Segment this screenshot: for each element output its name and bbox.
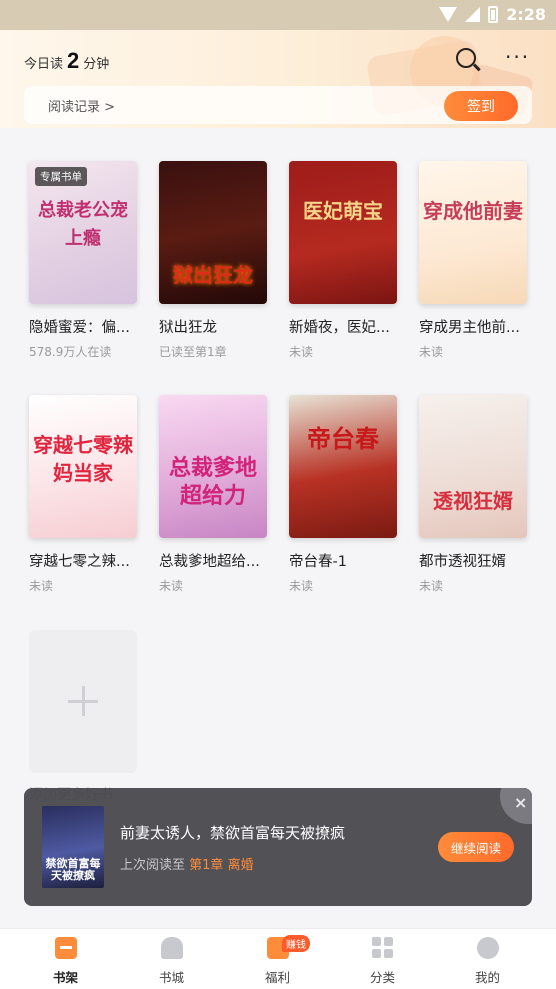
book-status: 未读 (159, 579, 184, 593)
book-item[interactable]: 透视狂婿 都市透视狂婿 未读 (419, 395, 527, 594)
continue-reading-popup[interactable]: 禁欲首富每天被撩疯 前妻太诱人，禁欲首富每天被撩疯 上次阅读至 第1章 离婚 继… (24, 788, 532, 906)
popup-book-cover[interactable]: 禁欲首富每天被撩疯 (42, 806, 104, 888)
book-item[interactable]: 穿越七零辣妈当家 穿越七零之辣... 未读 (29, 395, 137, 594)
cover-title: 帝台春 (307, 425, 379, 453)
cover-title: 狱出狂龙 (173, 263, 253, 287)
book-item[interactable]: 专属书单 总裁老公宠上瘾 隐婚蜜爱：偏... 578.9万人在读 (29, 161, 137, 360)
bookshelf-icon (55, 937, 77, 959)
popup-last-read: 上次阅读至 第1章 离婚 (120, 854, 254, 873)
tab-label: 书架 (52, 970, 78, 985)
book-title: 狱出狂龙 (159, 320, 217, 336)
last-read-prefix: 上次阅读至 (120, 858, 186, 873)
book-title: 总裁爹地超给... (159, 554, 260, 570)
book-cover[interactable]: 总裁爹地超给力 (159, 395, 267, 538)
profile-icon (477, 937, 499, 959)
tab-bookshelf[interactable]: 书架 (10, 929, 121, 989)
cover-title: 穿成他前妻 (423, 199, 523, 223)
bookstore-icon (161, 937, 183, 959)
cover-title: 透视狂婿 (433, 489, 513, 513)
book-item[interactable]: 穿成他前妻 穿成男主他前... 未读 (419, 161, 527, 360)
checkin-button[interactable]: 签到 (444, 91, 518, 121)
book-status: 未读 (289, 345, 314, 359)
book-status: 未读 (29, 579, 54, 593)
tab-profile[interactable]: 我的 (432, 929, 543, 989)
battery-icon (488, 6, 499, 23)
category-icon (372, 937, 394, 959)
book-title: 新婚夜，医妃... (289, 320, 390, 336)
book-cover[interactable]: 专属书单 总裁老公宠上瘾 (29, 161, 137, 304)
book-status: 578.9万人在读 (29, 345, 112, 359)
wifi-icon (439, 7, 458, 22)
tab-label: 分类 (369, 970, 395, 985)
close-icon: × (514, 793, 528, 812)
book-title: 隐婚蜜爱：偏... (29, 320, 130, 336)
last-read-chapter-name: 离婚 (227, 858, 254, 873)
reading-history-link[interactable]: 阅读记录 > (48, 96, 115, 115)
book-status: 未读 (419, 579, 444, 593)
add-book-button[interactable] (29, 630, 137, 773)
tab-label: 书城 (158, 970, 184, 985)
status-bar: 2:28 (0, 0, 556, 30)
cover-title: 穿越七零辣妈当家 (33, 433, 133, 485)
book-status: 已读至第1章 (159, 345, 227, 359)
search-icon[interactable] (456, 48, 476, 68)
tab-label: 我的 (474, 970, 500, 985)
reading-time-prefix: 今日读 (24, 56, 64, 71)
book-cover[interactable]: 帝台春 (289, 395, 397, 538)
book-cover[interactable]: 狱出狂龙 (159, 161, 267, 304)
continue-reading-button[interactable]: 继续阅读 (438, 832, 514, 862)
cover-title: 医妃萌宝 (303, 199, 383, 223)
close-popup-button[interactable]: × (500, 788, 532, 824)
reading-time-minutes: 2 (67, 48, 80, 73)
book-status: 未读 (419, 345, 444, 359)
earn-badge: 赚钱 (282, 935, 310, 952)
bottom-tab-bar: 书架 书城 赚钱 福利 分类 我的 (0, 928, 556, 989)
reading-time: 今日读 2 分钟 (24, 48, 109, 74)
book-title: 都市透视狂婿 (419, 554, 506, 570)
book-title: 穿越七零之辣... (29, 554, 130, 570)
last-read-chapter: 第1章 (189, 858, 224, 873)
tab-label: 福利 (264, 970, 290, 985)
book-item[interactable]: 总裁爹地超给力 总裁爹地超给... 未读 (159, 395, 267, 594)
book-item[interactable]: 帝台春 帝台春-1 未读 (289, 395, 397, 594)
book-item[interactable]: 狱出狂龙 狱出狂龙 已读至第1章 (159, 161, 267, 360)
book-cover[interactable]: 穿成他前妻 (419, 161, 527, 304)
tab-bookstore[interactable]: 书城 (116, 929, 227, 989)
more-icon[interactable]: ··· (505, 47, 530, 67)
book-title: 穿成男主他前... (419, 320, 520, 336)
book-tag: 专属书单 (35, 167, 87, 186)
shelf-header: 今日读 2 分钟 ··· 阅读记录 > 签到 (0, 30, 556, 128)
book-title: 帝台春-1 (289, 554, 347, 570)
tab-welfare[interactable]: 赚钱 福利 (222, 929, 333, 989)
reading-time-suffix: 分钟 (83, 56, 110, 71)
popup-book-title: 前妻太诱人，禁欲首富每天被撩疯 (120, 824, 346, 842)
book-item[interactable]: 医妃萌宝 新婚夜，医妃... 未读 (289, 161, 397, 360)
status-time: 2:28 (506, 5, 546, 24)
book-cover[interactable]: 透视狂婿 (419, 395, 527, 538)
signal-icon (465, 7, 481, 22)
popup-cover-title: 禁欲首富每天被撩疯 (45, 857, 101, 882)
cover-title: 总裁老公宠上瘾 (38, 200, 128, 249)
plus-icon (82, 686, 85, 716)
book-cover[interactable]: 穿越七零辣妈当家 (29, 395, 137, 538)
tab-category[interactable]: 分类 (327, 929, 438, 989)
book-cover[interactable]: 医妃萌宝 (289, 161, 397, 304)
cover-title: 总裁爹地超给力 (168, 456, 257, 509)
reading-history-bar: 阅读记录 > 签到 (24, 86, 532, 124)
book-status: 未读 (289, 579, 314, 593)
